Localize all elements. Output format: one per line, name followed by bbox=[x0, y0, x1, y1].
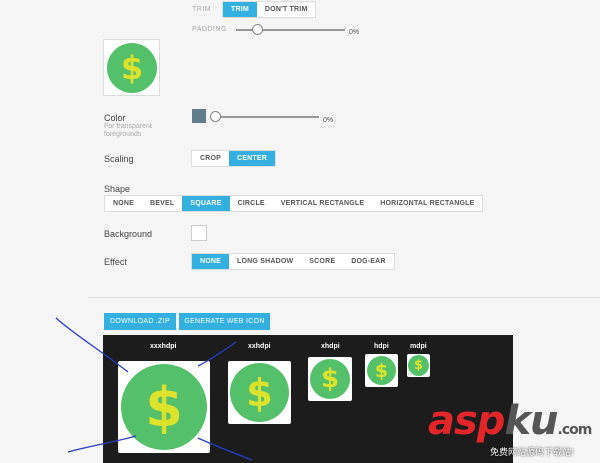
generate-web-icon-button[interactable]: GENERATE WEB ICON bbox=[179, 313, 270, 330]
background-checkbox[interactable] bbox=[191, 225, 207, 241]
dollar-coin-icon: $ bbox=[230, 363, 289, 422]
density-label-xhdpi: xhdpi bbox=[321, 343, 340, 350]
effect-option-none[interactable]: NONE bbox=[192, 254, 230, 269]
density-label-hdpi: hdpi bbox=[374, 343, 389, 350]
color-sublabel-1: For transparent bbox=[104, 123, 152, 130]
trim-segmented: TRIM DON'T TRIM bbox=[222, 1, 317, 18]
padding-label: PADDING bbox=[192, 26, 227, 33]
aspku-watermark: aspku.com bbox=[428, 398, 592, 444]
effect-option-dog-ear[interactable]: DOG-EAR bbox=[343, 254, 393, 269]
density-label-xxhdpi: xxhdpi bbox=[248, 343, 271, 350]
section-divider bbox=[88, 297, 600, 298]
effect-option-score[interactable]: SCORE bbox=[301, 254, 343, 269]
trim-option-trim[interactable]: TRIM bbox=[223, 2, 257, 17]
download-zip-button[interactable]: DOWNLOAD .ZIP bbox=[104, 313, 176, 330]
color-label: Color bbox=[104, 113, 126, 123]
scaling-option-center[interactable]: CENTER bbox=[229, 151, 276, 166]
shape-segmented: NONE BEVEL SQUARE CIRCLE VERTICAL RECTAN… bbox=[104, 195, 484, 212]
padding-slider[interactable] bbox=[236, 24, 345, 36]
icon-tile-mdpi: $ bbox=[407, 354, 430, 377]
effect-segmented: NONE LONG SHADOW SCORE DOG-EAR bbox=[191, 253, 395, 270]
trim-option-dont-trim[interactable]: DON'T TRIM bbox=[257, 2, 316, 17]
shape-option-none[interactable]: NONE bbox=[105, 196, 142, 211]
shape-option-vertical-rectangle[interactable]: VERTICAL RECTANGLE bbox=[273, 196, 372, 211]
watermark-subtitle: 免费网站源码下载站! bbox=[490, 447, 574, 457]
trim-label: TRIM bbox=[192, 6, 212, 13]
density-label-mdpi: mdpi bbox=[410, 343, 427, 350]
scaling-label: Scaling bbox=[104, 154, 134, 164]
icon-tile-xxhdpi: $ bbox=[228, 361, 291, 424]
dollar-coin-icon: $ bbox=[107, 43, 157, 93]
shape-option-bevel[interactable]: BEVEL bbox=[142, 196, 182, 211]
effect-option-long-shadow[interactable]: LONG SHADOW bbox=[229, 254, 301, 269]
icon-tile-xhdpi: $ bbox=[308, 357, 352, 401]
shape-option-square[interactable]: SQUARE bbox=[182, 196, 230, 211]
dollar-coin-icon: $ bbox=[310, 359, 350, 399]
scaling-option-crop[interactable]: CROP bbox=[192, 151, 229, 166]
source-preview: $ bbox=[103, 39, 160, 96]
padding-value: 0% bbox=[349, 29, 360, 36]
icon-tile-xxxhdpi: $ bbox=[118, 361, 210, 453]
color-swatch[interactable] bbox=[192, 109, 206, 123]
background-label: Background bbox=[104, 229, 153, 239]
dollar-coin-icon: $ bbox=[408, 355, 429, 376]
icon-tile-hdpi: $ bbox=[365, 354, 398, 387]
alpha-slider[interactable] bbox=[210, 111, 319, 123]
alpha-value: 0% bbox=[323, 117, 334, 124]
asset-studio-page: TRIM TRIM DON'T TRIM PADDING 0% $ Color … bbox=[0, 0, 600, 463]
alpha-slider-thumb[interactable] bbox=[210, 111, 221, 122]
shape-option-circle[interactable]: CIRCLE bbox=[230, 196, 273, 211]
shape-option-horizontal-rectangle[interactable]: HORIZONTAL RECTANGLE bbox=[372, 196, 482, 211]
dollar-coin-icon: $ bbox=[121, 364, 207, 450]
density-label-xxxhdpi: xxxhdpi bbox=[150, 343, 177, 350]
padding-slider-thumb[interactable] bbox=[252, 24, 263, 35]
effect-label: Effect bbox=[104, 257, 127, 267]
scaling-segmented: CROP CENTER bbox=[191, 150, 277, 167]
dollar-coin-icon: $ bbox=[367, 356, 396, 385]
shape-label: Shape bbox=[104, 184, 131, 194]
alpha-slider-track bbox=[210, 116, 319, 118]
color-sublabel-2: foregrounds bbox=[104, 131, 142, 138]
